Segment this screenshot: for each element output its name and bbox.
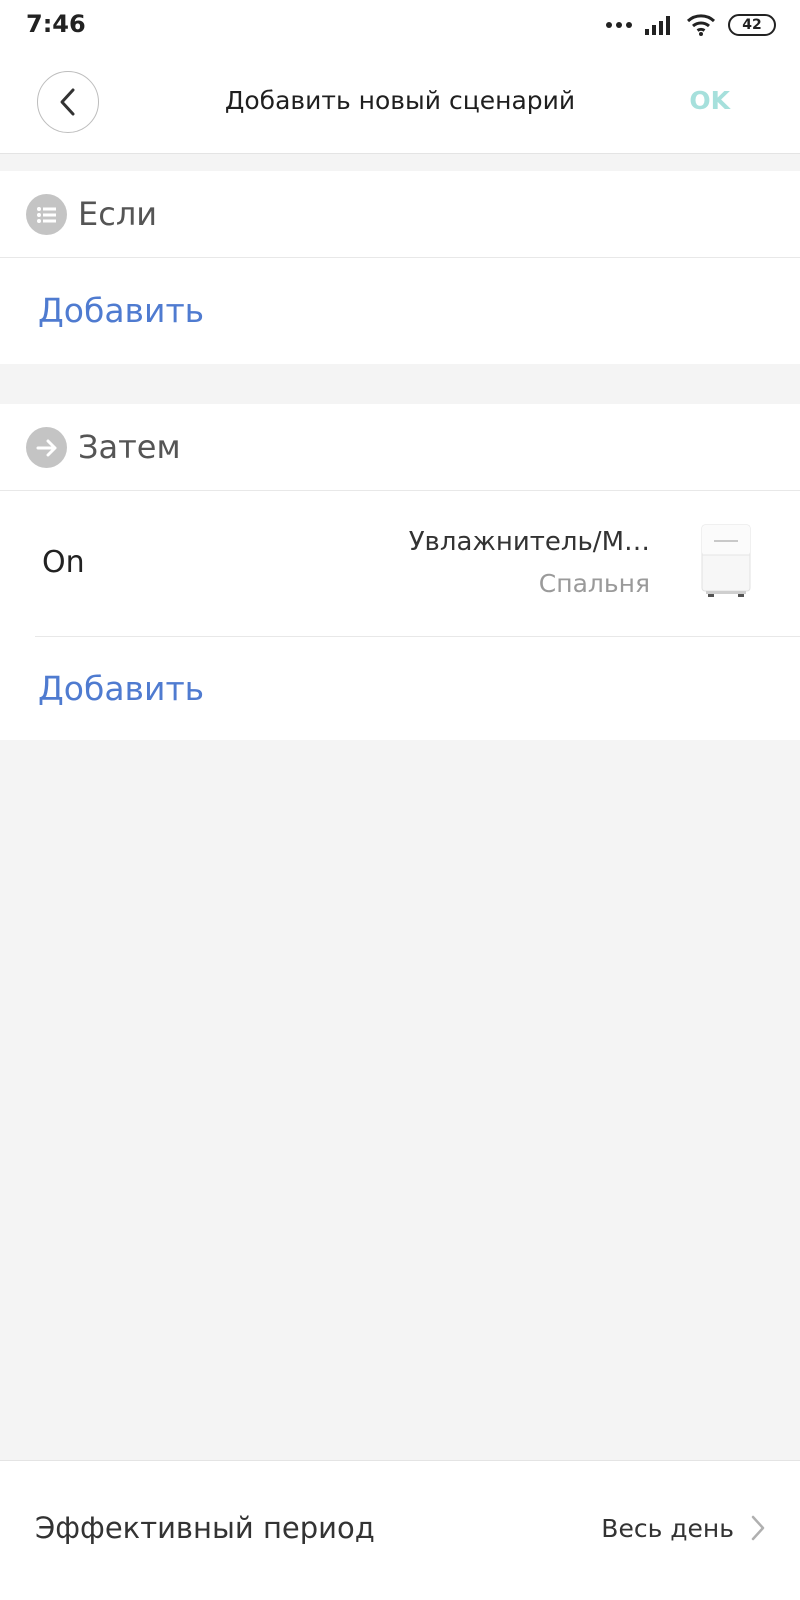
- then-section-label: Затем: [78, 428, 181, 466]
- battery-level: 42: [742, 17, 762, 33]
- dots-icon: [606, 22, 632, 28]
- ok-button[interactable]: OK: [689, 86, 730, 115]
- effective-period-label: Эффективный период: [35, 1511, 375, 1545]
- effective-period-row[interactable]: Эффективный период Весь день: [0, 1460, 800, 1600]
- status-bar: 7:46 42: [0, 0, 800, 50]
- action-row[interactable]: On Увлажнитель/M… Спальня: [0, 491, 800, 637]
- add-condition-button[interactable]: Добавить: [38, 291, 204, 330]
- page-title: Добавить новый сценарий: [224, 86, 576, 115]
- status-icons: 42: [606, 12, 776, 38]
- if-section: Если Добавить: [0, 171, 800, 364]
- effective-period-value: Весь день: [601, 1514, 734, 1543]
- back-button[interactable]: [37, 71, 99, 133]
- if-section-label: Если: [78, 195, 158, 233]
- status-time: 7:46: [26, 10, 86, 38]
- arrow-right-icon: [26, 427, 67, 468]
- chevron-left-icon: [60, 88, 75, 116]
- add-action-button[interactable]: Добавить: [38, 669, 204, 708]
- then-section: Затем On Увлажнитель/M… Спальня Добавить: [0, 404, 800, 740]
- humidifier-image: [701, 524, 751, 597]
- header: Добавить новый сценарий OK: [0, 50, 800, 154]
- list-icon: [26, 194, 67, 235]
- signal-icon: [645, 16, 670, 35]
- then-section-header: Затем: [0, 404, 800, 491]
- if-section-header: Если: [0, 171, 800, 258]
- action-name: On: [42, 545, 85, 580]
- scene-editor-screen: 7:46 42 Добавить новый сценарий OK Если …: [0, 0, 800, 1600]
- battery-icon: 42: [728, 14, 776, 36]
- device-room: Спальня: [538, 569, 650, 598]
- device-name: Увлажнитель/M…: [408, 527, 650, 557]
- wifi-icon: [686, 14, 716, 36]
- chevron-right-icon: [751, 1515, 765, 1541]
